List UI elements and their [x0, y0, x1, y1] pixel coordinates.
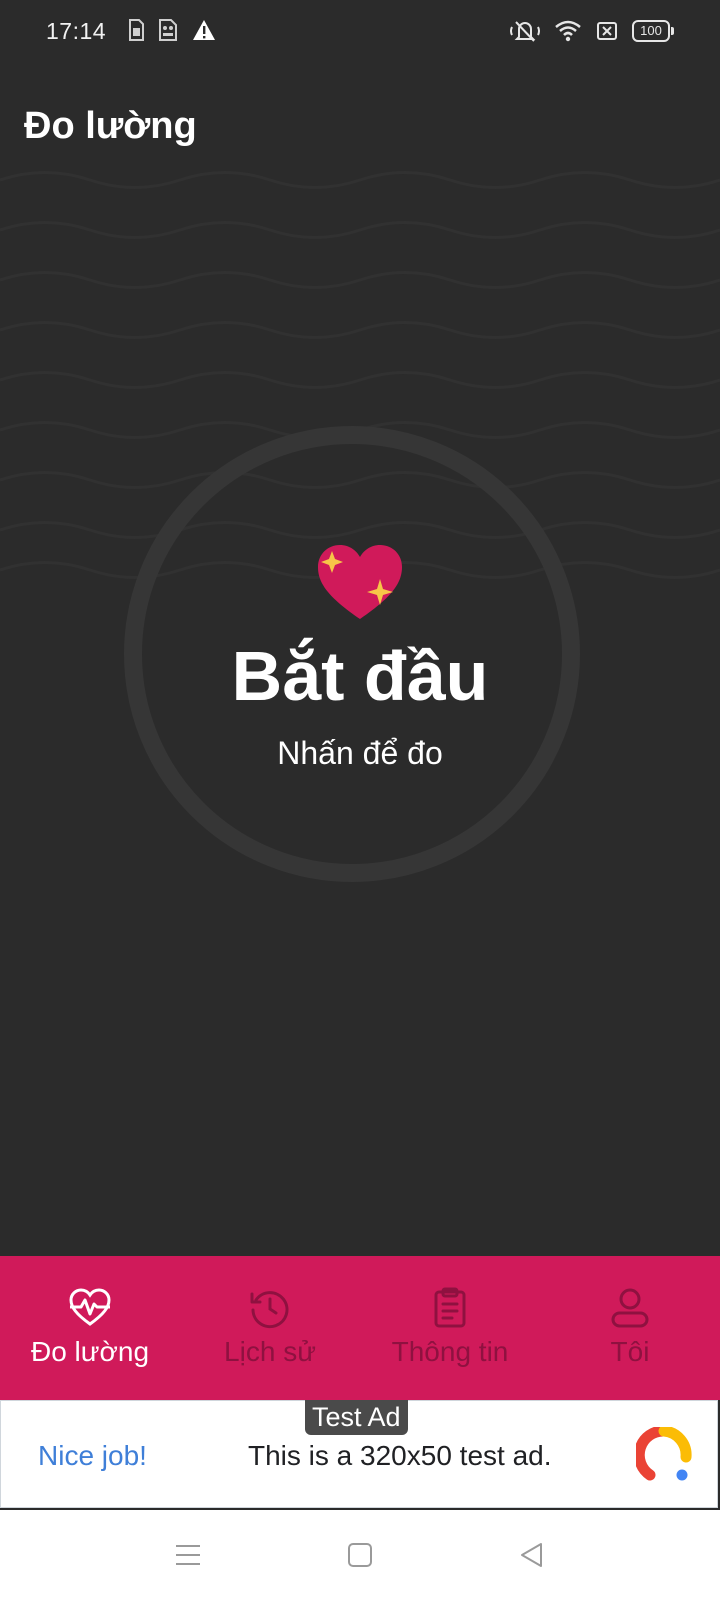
heartbeat-icon: [69, 1288, 111, 1326]
x-box-icon: [597, 22, 617, 40]
start-subtitle: Nhấn để đo: [277, 735, 443, 771]
nav-item-profile[interactable]: Tôi: [540, 1256, 720, 1400]
sim-card-icon: [129, 19, 144, 41]
nav-label-measure: Đo lường: [30, 1336, 150, 1367]
nav-item-info[interactable]: Thông tin: [360, 1256, 540, 1400]
nav-item-history[interactable]: Lịch sử: [180, 1256, 360, 1400]
ad-body: This is a 320x50 test ad.: [248, 1440, 552, 1471]
sparkling-heart-icon: [318, 545, 402, 619]
home-icon[interactable]: [345, 1540, 375, 1570]
ad-badge: Test Ad: [305, 1400, 408, 1435]
nav-label-info: Thông tin: [391, 1336, 509, 1367]
start-title: Bắt đầu: [231, 637, 489, 715]
user-icon: [611, 1288, 649, 1328]
page-title: Đo lường: [24, 105, 197, 147]
sim-card-2-icon: [159, 19, 177, 41]
status-time: 17:14: [46, 18, 107, 44]
history-icon: [250, 1291, 289, 1329]
nav-label-profile: Tôi: [610, 1336, 650, 1367]
wifi-icon: [555, 20, 581, 42]
clipboard-icon: [434, 1287, 466, 1328]
bottom-nav: Đo lường Lịch sử Thông tin Tôi: [0, 1256, 720, 1400]
menu-icon[interactable]: [173, 1540, 203, 1570]
back-icon[interactable]: [517, 1540, 547, 1570]
nav-item-measure[interactable]: Đo lường: [0, 1256, 180, 1400]
status-bar: 17:14 100: [0, 0, 720, 64]
ad-headline[interactable]: Nice job!: [38, 1440, 147, 1472]
battery-icon: 100: [632, 20, 674, 42]
mute-icon: [510, 21, 540, 42]
status-left-icons: [128, 19, 216, 41]
warning-icon: [193, 20, 215, 40]
nav-label-history: Lịch sử: [224, 1336, 316, 1367]
ad-logo-icon: [636, 1427, 692, 1481]
status-right-icons: 100: [510, 19, 674, 43]
